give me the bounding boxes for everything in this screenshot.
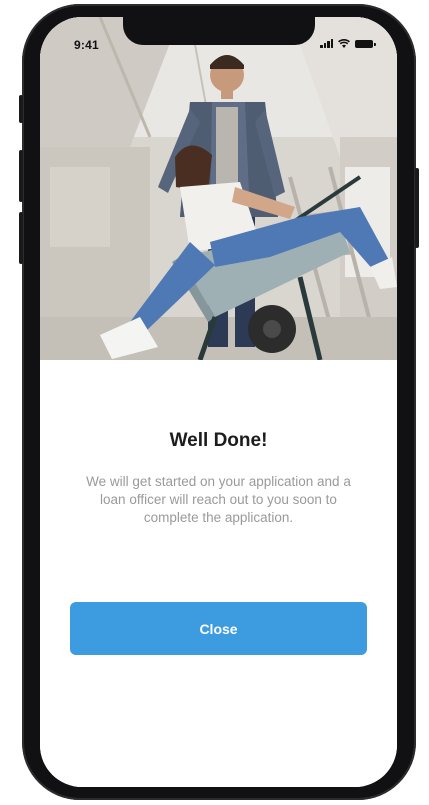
wifi-icon — [338, 39, 350, 48]
silent-switch — [19, 95, 23, 123]
cellular-signal-icon — [320, 39, 333, 48]
status-time: 9:41 — [74, 38, 99, 52]
confirmation-title: Well Done! — [169, 430, 268, 451]
battery-icon — [355, 40, 376, 48]
status-icons — [320, 39, 376, 48]
close-button[interactable]: Close — [70, 602, 367, 655]
hero-photo — [40, 17, 397, 360]
confirmation-panel: Well Done! We will get started on your a… — [40, 360, 397, 787]
confirmation-message: We will get started on your application … — [86, 474, 351, 525]
device-notch — [123, 17, 315, 45]
volume-up-button — [19, 150, 23, 202]
app-screen: 9:41 Well Done! We will get started on y… — [40, 17, 397, 787]
power-button — [415, 168, 419, 248]
volume-down-button — [19, 212, 23, 264]
